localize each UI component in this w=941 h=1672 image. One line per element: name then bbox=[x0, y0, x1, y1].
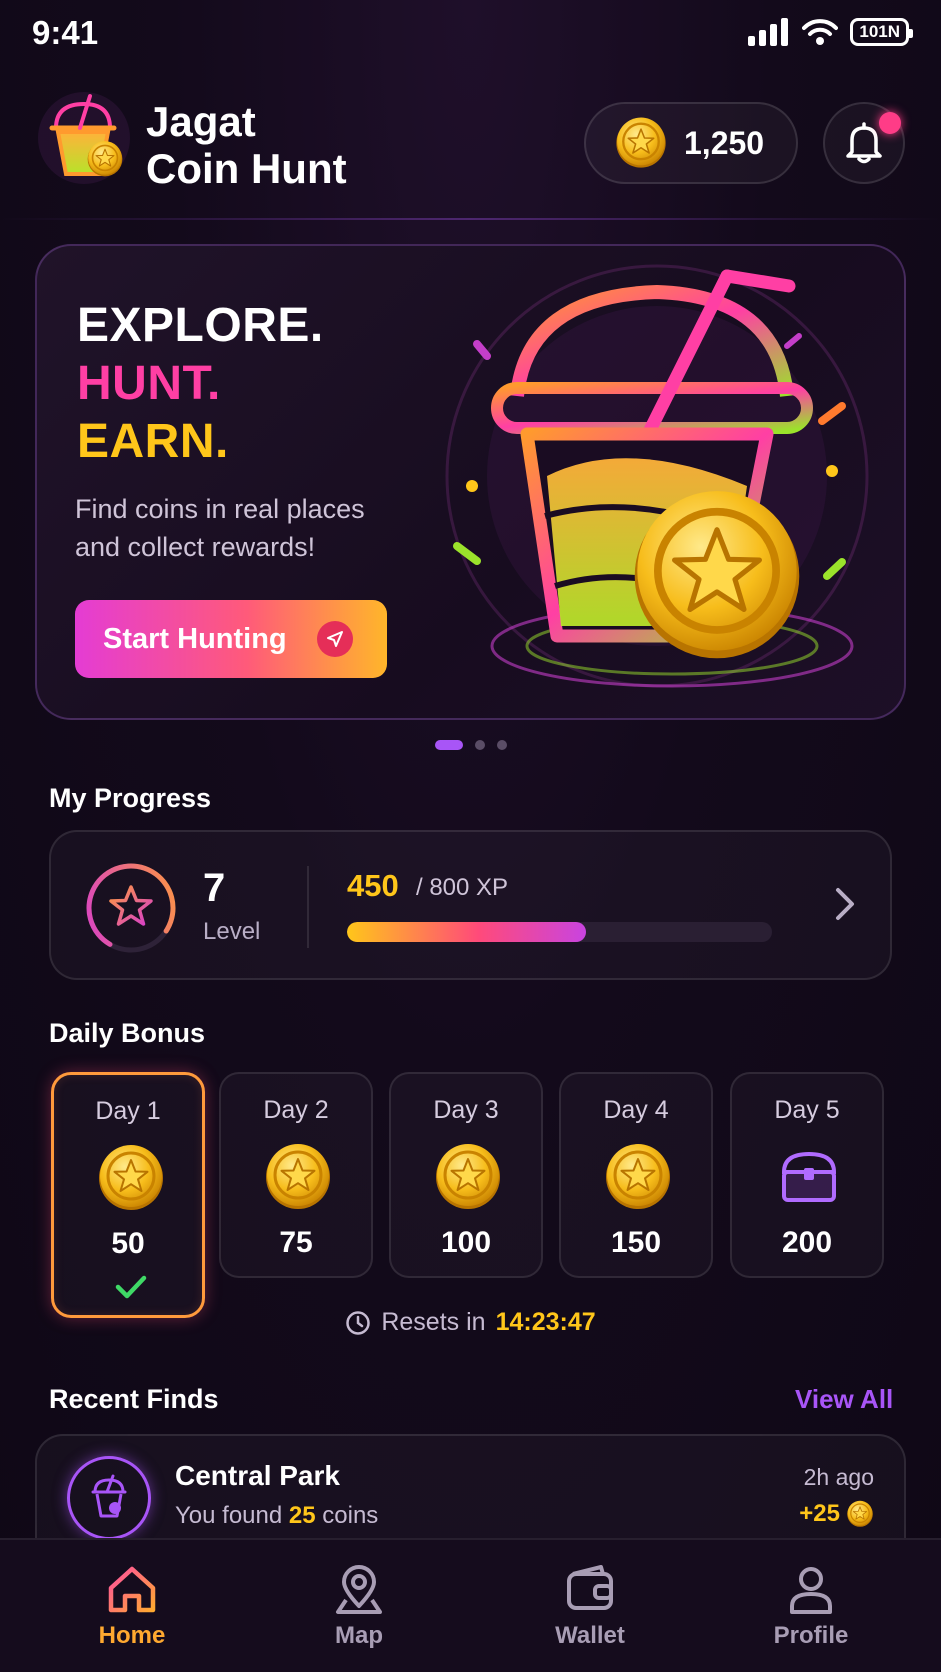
app-logo bbox=[38, 92, 130, 184]
day-amount: 50 bbox=[111, 1227, 145, 1260]
chevron-right-icon[interactable] bbox=[833, 884, 857, 924]
tab-profile-label: Profile bbox=[773, 1622, 849, 1649]
cup-icon bbox=[67, 1456, 151, 1540]
profile-icon bbox=[790, 1567, 832, 1614]
coin-icon bbox=[846, 1500, 874, 1528]
level-label: Level bbox=[203, 918, 261, 945]
coin-icon bbox=[97, 1143, 165, 1212]
wifi-icon bbox=[802, 19, 839, 45]
hero-banner[interactable]: EXPLORE. HUNT. EARN. Find coins in real … bbox=[35, 244, 906, 720]
view-all-link[interactable]: View All bbox=[795, 1384, 893, 1415]
daily-bonus-day-1[interactable]: Day 1 50 bbox=[51, 1072, 205, 1318]
find-suffix: coins bbox=[322, 1502, 379, 1529]
app-title-line2: Coin Hunt bbox=[146, 145, 347, 192]
start-hunting-button[interactable]: Start Hunting bbox=[75, 600, 387, 678]
hero-line-earn: EARN. bbox=[77, 415, 229, 468]
tab-map[interactable]: Map bbox=[279, 1562, 439, 1650]
coin-icon bbox=[264, 1142, 332, 1211]
hero-line-hunt: HUNT. bbox=[77, 357, 221, 410]
daily-bonus-day-3[interactable]: Day 3 100 bbox=[389, 1072, 543, 1278]
day-amount: 75 bbox=[279, 1226, 313, 1259]
find-prefix: You found bbox=[175, 1502, 283, 1529]
header-divider bbox=[0, 218, 941, 220]
day-label: Day 2 bbox=[263, 1096, 329, 1124]
coin-icon bbox=[615, 116, 667, 169]
daily-bonus-day-5[interactable]: Day 5 200 bbox=[730, 1072, 884, 1278]
list-item[interactable]: Central Park You found 25 coins 2h ago +… bbox=[35, 1434, 906, 1554]
tab-map-label: Map bbox=[335, 1622, 383, 1649]
tab-profile[interactable]: Profile bbox=[731, 1562, 891, 1650]
cup-coin-illustration bbox=[445, 264, 869, 688]
level-number: 7 bbox=[203, 866, 226, 910]
day-label: Day 5 bbox=[774, 1096, 840, 1124]
app-title: Jagat Coin Hunt bbox=[146, 98, 347, 192]
xp-progress-bar bbox=[347, 922, 772, 942]
reset-timer: Resets in 14:23:47 bbox=[0, 1308, 941, 1337]
progress-card[interactable]: 7 Level 450 / 800 XP bbox=[49, 830, 892, 980]
signal-icon bbox=[748, 18, 789, 46]
battery-indicator: 101N bbox=[850, 18, 913, 46]
clock-icon bbox=[346, 1310, 371, 1335]
chest-icon bbox=[781, 1151, 837, 1202]
day-amount: 150 bbox=[610, 1226, 662, 1259]
coin-balance-pill[interactable]: 1,250 bbox=[584, 102, 798, 184]
find-time: 2h ago bbox=[803, 1464, 874, 1490]
check-icon bbox=[115, 1275, 147, 1299]
tab-home-label: Home bbox=[98, 1622, 166, 1649]
day-label: Day 4 bbox=[603, 1096, 669, 1124]
divider bbox=[307, 866, 309, 948]
status-icons: 101N bbox=[748, 18, 913, 46]
map-pin-icon bbox=[336, 1565, 382, 1614]
day-label: Day 1 bbox=[95, 1097, 161, 1125]
progress-section-title: My Progress bbox=[49, 783, 212, 813]
tab-wallet-label: Wallet bbox=[555, 1622, 625, 1649]
app-title-line1: Jagat bbox=[146, 98, 256, 145]
find-description: You found 25 coins bbox=[175, 1502, 378, 1530]
find-amount: 25 bbox=[288, 1502, 316, 1529]
carousel-dot[interactable] bbox=[474, 740, 485, 750]
find-reward: +25 bbox=[799, 1500, 874, 1528]
coin-icon bbox=[434, 1142, 502, 1211]
coin-icon bbox=[604, 1142, 672, 1211]
daily-bonus-title: Daily Bonus bbox=[49, 1018, 206, 1048]
daily-bonus-day-4[interactable]: Day 4 150 bbox=[559, 1072, 713, 1278]
xp-progress-fill bbox=[347, 922, 587, 942]
find-reward-amount: +25 bbox=[799, 1500, 840, 1527]
hero-line-explore: EXPLORE. bbox=[77, 299, 324, 352]
recent-finds-title: Recent Finds bbox=[49, 1384, 219, 1414]
carousel-indicator[interactable] bbox=[0, 740, 941, 750]
xp-current: 450 bbox=[347, 868, 399, 903]
wallet-icon bbox=[567, 1565, 613, 1610]
coin-balance: 1,250 bbox=[684, 124, 765, 161]
status-time: 9:41 bbox=[32, 14, 99, 51]
reset-label: Resets in bbox=[381, 1308, 486, 1336]
hero-subtitle: Find coins in real places and collect re… bbox=[75, 494, 365, 562]
tab-wallet[interactable]: Wallet bbox=[510, 1562, 670, 1650]
carousel-dot[interactable] bbox=[496, 740, 507, 750]
start-hunting-label: Start Hunting bbox=[103, 622, 287, 655]
find-place: Central Park bbox=[175, 1460, 340, 1491]
bottom-tab-bar: Home Map Wallet Profile bbox=[0, 1538, 941, 1672]
navigation-arrow-icon bbox=[316, 621, 353, 657]
day-amount: 200 bbox=[781, 1226, 833, 1259]
day-amount: 100 bbox=[440, 1226, 492, 1259]
day-label: Day 3 bbox=[433, 1096, 499, 1124]
notification-badge bbox=[879, 112, 901, 134]
daily-bonus-day-2[interactable]: Day 2 75 bbox=[219, 1072, 373, 1278]
level-star-icon bbox=[86, 863, 176, 953]
tab-home[interactable]: Home bbox=[52, 1562, 212, 1650]
carousel-dot[interactable] bbox=[434, 740, 463, 750]
reset-time: 14:23:47 bbox=[495, 1308, 596, 1336]
xp-total: / 800 XP bbox=[416, 874, 509, 901]
home-icon bbox=[108, 1566, 156, 1613]
notifications-button[interactable] bbox=[823, 102, 905, 184]
bell-icon bbox=[846, 122, 882, 164]
